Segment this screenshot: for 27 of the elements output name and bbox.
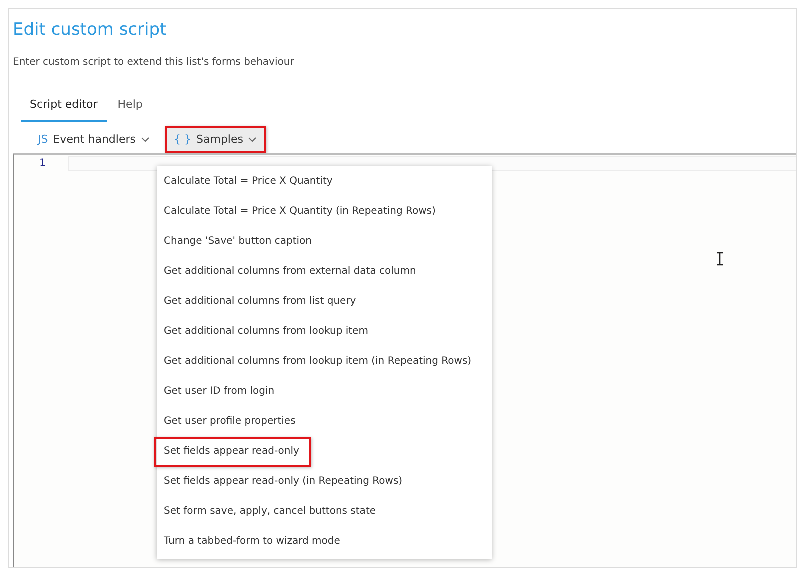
line-number: 1 — [38, 158, 47, 169]
menu-item[interactable]: Get additional columns from external data column — [154, 257, 418, 287]
tab[interactable]: Script editor — [21, 95, 107, 122]
script-icon: { } — [174, 133, 192, 146]
button-label: Event handlers — [53, 133, 136, 146]
toolbar-dropdown-button[interactable]: JS Event handlers — [29, 126, 159, 153]
chevron-down-icon — [248, 136, 258, 142]
chevron-down-icon — [141, 136, 150, 142]
menu-item[interactable]: Get additional columns from lookup item (in Repeating Rows) — [154, 347, 474, 377]
menu-item[interactable]: Set form save, apply, cancel buttons state — [154, 497, 378, 527]
tab[interactable]: Help — [108, 95, 152, 122]
menu-item[interactable]: Calculate Total = Price X Quantity — [154, 167, 335, 197]
menu-item[interactable]: Get additional columns from list query — [154, 287, 358, 317]
menu-item[interactable]: Get user profile properties — [154, 407, 298, 437]
button-label: Samples — [196, 133, 244, 146]
script-icon: JS — [38, 133, 48, 146]
toolbar-dropdown-button[interactable]: { } Samples — [165, 126, 266, 153]
menu-item[interactable]: Change 'Save' button caption — [154, 227, 314, 257]
menu-item[interactable]: Get user ID from login — [154, 377, 277, 407]
menu-item[interactable]: Set fields appear read-only — [154, 437, 312, 467]
text-cursor-icon — [716, 252, 724, 266]
menu-item[interactable]: Get additional columns from lookup item — [154, 317, 370, 347]
menu-item[interactable]: Calculate Total = Price X Quantity (in Repeating Rows) — [154, 197, 438, 227]
menu-item[interactable]: Turn a tabbed-form to wizard mode — [154, 527, 342, 557]
page-title: Edit custom script — [13, 20, 167, 40]
menu-item[interactable]: Set fields appear read-only (in Repeating Rows) — [154, 467, 405, 497]
description-text: Enter custom script to extend this list's forms behaviour — [13, 57, 294, 68]
